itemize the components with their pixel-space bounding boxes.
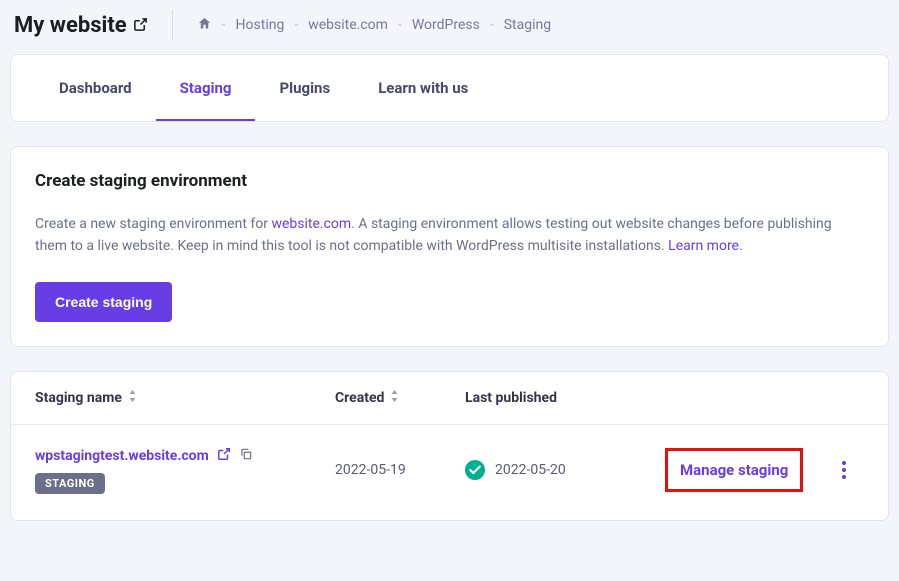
sort-icon [390, 390, 399, 406]
external-link-icon[interactable] [133, 13, 148, 38]
divider [172, 10, 173, 40]
check-circle-icon [465, 460, 485, 480]
breadcrumb-item-hosting[interactable]: Hosting [236, 17, 285, 33]
tabs-card: Dashboard Staging Plugins Learn with us [10, 54, 889, 122]
external-link-icon[interactable] [217, 447, 231, 465]
th-name-label: Staging name [35, 390, 122, 406]
th-staging-name[interactable]: Staging name [35, 390, 335, 406]
create-staging-title: Create staging environment [35, 171, 864, 191]
desc-pre: Create a new staging environment for [35, 216, 271, 232]
page-title-text: My website [14, 13, 127, 38]
sort-icon [128, 390, 137, 406]
create-staging-description: Create a new staging environment for web… [35, 213, 864, 258]
desc-period: . [739, 238, 743, 254]
home-icon[interactable] [197, 16, 212, 35]
published-date: 2022-05-20 [495, 462, 566, 478]
breadcrumb-sep: - [294, 17, 298, 33]
website-link[interactable]: website.com [271, 216, 351, 232]
tab-dashboard[interactable]: Dashboard [35, 55, 156, 121]
table-header: Staging name Created Last published [11, 372, 888, 425]
breadcrumb-item-website[interactable]: website.com [308, 17, 388, 33]
breadcrumb-sep: - [398, 17, 402, 33]
breadcrumb: - Hosting - website.com - WordPress - St… [197, 16, 551, 35]
breadcrumb-sep: - [222, 17, 226, 33]
th-created-label: Created [335, 390, 384, 406]
staging-site-link[interactable]: wpstagingtest.website.com [35, 448, 209, 464]
breadcrumb-sep: - [490, 17, 494, 33]
tab-plugins[interactable]: Plugins [255, 55, 354, 121]
actions-menu-icon[interactable] [824, 455, 864, 485]
created-cell: 2022-05-19 [335, 462, 465, 478]
staging-name-cell: wpstagingtest.website.com STAGING [35, 447, 335, 494]
tab-staging[interactable]: Staging [156, 55, 256, 121]
manage-staging-button[interactable]: Manage staging [665, 448, 803, 492]
th-last-published: Last published [465, 390, 665, 406]
create-staging-panel: Create staging environment Create a new … [10, 146, 889, 347]
breadcrumb-item-staging[interactable]: Staging [504, 17, 551, 33]
th-created[interactable]: Created [335, 390, 465, 406]
copy-icon[interactable] [239, 447, 253, 465]
breadcrumb-item-wordpress[interactable]: WordPress [412, 17, 480, 33]
staging-badge: STAGING [35, 473, 105, 494]
staging-table: Staging name Created Last published wpst… [10, 371, 889, 521]
create-staging-button[interactable]: Create staging [35, 282, 172, 322]
published-cell: 2022-05-20 [465, 460, 665, 480]
learn-more-link[interactable]: Learn more [668, 238, 739, 254]
tab-learn[interactable]: Learn with us [354, 55, 492, 121]
page-title: My website [14, 13, 148, 38]
th-published-label: Last published [465, 390, 557, 406]
table-row: wpstagingtest.website.com STAGING 2022-0… [11, 425, 888, 520]
tabs: Dashboard Staging Plugins Learn with us [11, 55, 888, 121]
